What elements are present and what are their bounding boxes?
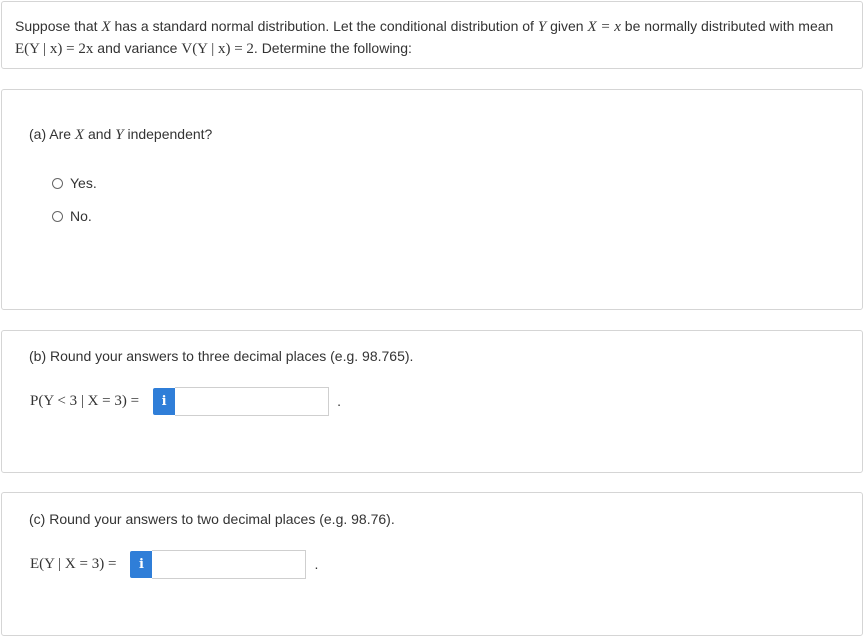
condition-expr: X = x — [587, 19, 621, 35]
part-b-instruction: (b) Round your answers to three decimal … — [29, 348, 414, 364]
part-b-panel: (b) Round your answers to three decimal … — [1, 330, 863, 473]
problem-statement-panel: Suppose that X has a standard normal dis… — [1, 1, 863, 69]
radio-no[interactable] — [52, 210, 63, 222]
intro-text-3: given — [546, 18, 588, 34]
info-icon[interactable]: i — [130, 550, 153, 578]
intro-text-6: . Determine the following: — [253, 40, 412, 56]
part-b-answer-row: P(Y < 3 | X = 3) = i . — [30, 386, 341, 416]
var-y: Y — [115, 127, 124, 143]
part-c-answer-input[interactable] — [152, 549, 307, 579]
option-no[interactable]: No. — [52, 206, 92, 226]
part-c-instruction: (c) Round your answers to two decimal pl… — [29, 511, 395, 527]
intro-text-2: has a standard normal distribution. Let … — [110, 18, 538, 34]
intro-text-4: be normally distributed with mean — [620, 18, 834, 34]
intro-text-5: and variance — [93, 40, 182, 56]
option-yes-label: Yes. — [70, 175, 97, 191]
part-a-question: (a) Are X and Y independent? — [29, 124, 212, 145]
part-c-expression: E(Y | X = 3) = — [30, 555, 117, 572]
option-yes[interactable]: Yes. — [52, 173, 97, 193]
part-a-suffix: independent? — [123, 126, 213, 142]
info-icon[interactable]: i — [153, 387, 176, 415]
variance-expr: V(Y | x) = 2 — [181, 41, 254, 57]
option-no-label: No. — [70, 208, 92, 224]
part-a-mid: and — [84, 126, 116, 142]
part-b-answer-input[interactable] — [175, 386, 330, 416]
var-x: X — [101, 19, 111, 35]
part-b-expression: P(Y < 3 | X = 3) = — [30, 392, 140, 409]
part-c-answer-row: E(Y | X = 3) = i . — [30, 549, 318, 579]
radio-yes[interactable] — [52, 177, 63, 189]
part-a-panel: (a) Are X and Y independent? Yes. No. — [1, 89, 863, 310]
problem-statement: Suppose that X has a standard normal dis… — [15, 16, 850, 60]
part-a-prefix: (a) Are — [29, 126, 75, 142]
var-x: X — [74, 127, 85, 143]
var-y: Y — [537, 19, 547, 35]
intro-text-1: Suppose that — [15, 18, 102, 34]
mean-expr: E(Y | x) = 2x — [15, 41, 94, 57]
part-c-panel: (c) Round your answers to two decimal pl… — [1, 492, 863, 636]
trailing-period: . — [337, 393, 341, 409]
trailing-period: . — [314, 556, 319, 572]
